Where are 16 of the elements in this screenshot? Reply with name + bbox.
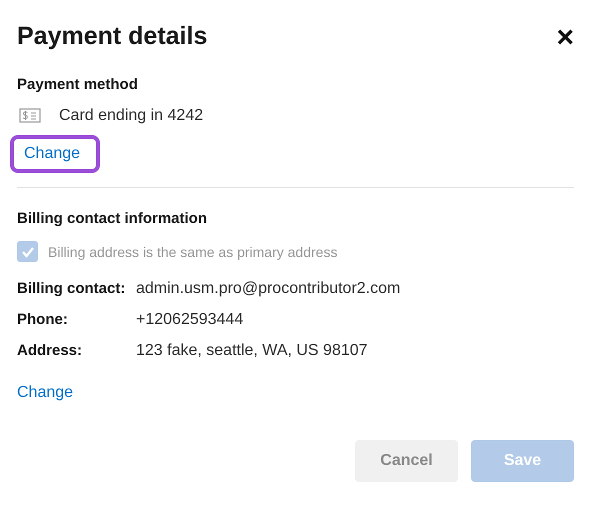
checkmark-icon (20, 246, 34, 258)
field-value: 123 fake, seattle, WA, US 98107 (136, 342, 368, 360)
change-link[interactable]: Change (10, 135, 100, 173)
change-link[interactable]: Change (10, 374, 80, 412)
section-heading: Payment method (17, 76, 139, 93)
checkbox-label: Billing address is the same as primary address (48, 244, 338, 260)
close-button[interactable]: × (556, 23, 574, 53)
card-icon (19, 108, 41, 124)
card-text: Card ending in 4242 (59, 107, 204, 125)
field-label: Billing contact: (17, 280, 126, 297)
dialog-title: Payment details (17, 22, 208, 50)
field-value: +12062593444 (136, 311, 244, 329)
field-value: admin.usm.pro@procontributor2.com (136, 280, 400, 298)
section-heading: Billing contact information (17, 210, 208, 227)
field-label: Address: (17, 342, 82, 359)
field-label: Phone: (17, 311, 68, 328)
